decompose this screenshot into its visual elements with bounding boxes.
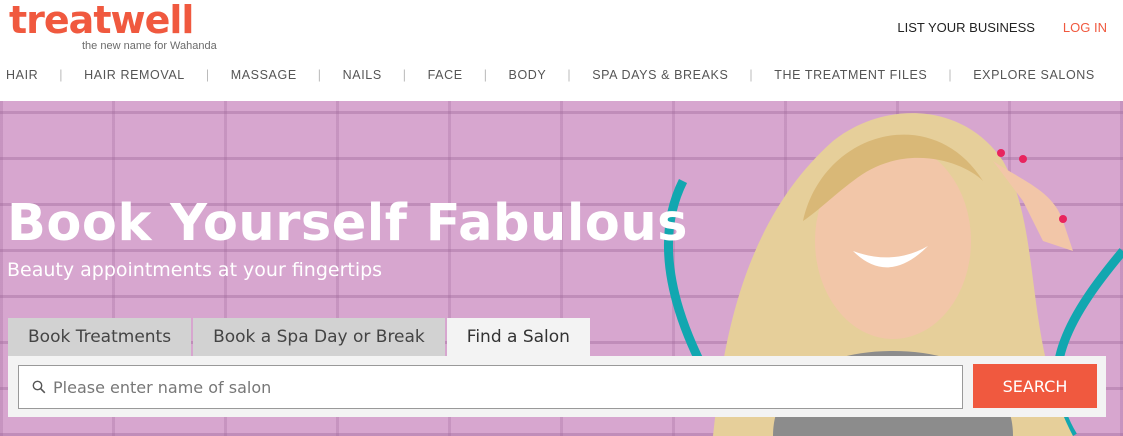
salon-search-field	[18, 365, 963, 409]
nav-item-massage[interactable]: MASSAGE	[231, 68, 297, 82]
nav-item-treatment-files[interactable]: THE TREATMENT FILES	[774, 68, 927, 82]
tab-book-spa-day[interactable]: Book a Spa Day or Break	[193, 318, 445, 356]
nav-separator: |	[483, 68, 488, 82]
category-nav: HAIR | HAIR REMOVAL | MASSAGE | NAILS | …	[6, 68, 1095, 82]
nav-item-spa-days[interactable]: SPA DAYS & BREAKS	[592, 68, 728, 82]
nav-separator: |	[749, 68, 754, 82]
list-your-business-link[interactable]: LIST YOUR BUSINESS	[897, 20, 1035, 35]
hero-banner: Book Yourself Fabulous Beauty appointmen…	[0, 101, 1123, 436]
site-header: treatwell the new name for Wahanda LIST …	[0, 0, 1123, 101]
nav-item-face[interactable]: FACE	[428, 68, 463, 82]
nav-separator: |	[948, 68, 953, 82]
nav-item-nails[interactable]: NAILS	[343, 68, 382, 82]
account-links: LIST YOUR BUSINESS LOG IN	[897, 20, 1107, 35]
login-link[interactable]: LOG IN	[1063, 20, 1107, 35]
nav-separator: |	[402, 68, 407, 82]
nav-item-hair[interactable]: HAIR	[6, 68, 38, 82]
hero-subline: Beauty appointments at your fingertips	[7, 259, 383, 281]
logo-tagline: the new name for Wahanda	[82, 40, 217, 52]
treatwell-logo[interactable]: treatwell	[9, 0, 194, 42]
nav-separator: |	[205, 68, 210, 82]
tab-book-treatments[interactable]: Book Treatments	[8, 318, 192, 356]
nav-item-explore-salons[interactable]: EXPLORE SALONS	[973, 68, 1095, 82]
search-icon	[31, 379, 47, 395]
hero-headline: Book Yourself Fabulous	[7, 194, 688, 253]
search-panel: SEARCH	[8, 356, 1106, 417]
nav-separator: |	[567, 68, 572, 82]
nav-separator: |	[317, 68, 322, 82]
tab-find-a-salon[interactable]: Find a Salon	[446, 318, 590, 356]
salon-search-input[interactable]	[53, 366, 962, 408]
nav-separator: |	[59, 68, 64, 82]
search-tabs: Book Treatments Book a Spa Day or Break …	[8, 318, 590, 356]
search-button[interactable]: SEARCH	[973, 364, 1097, 408]
nav-item-hair-removal[interactable]: HAIR REMOVAL	[84, 68, 185, 82]
nav-item-body[interactable]: BODY	[509, 68, 547, 82]
